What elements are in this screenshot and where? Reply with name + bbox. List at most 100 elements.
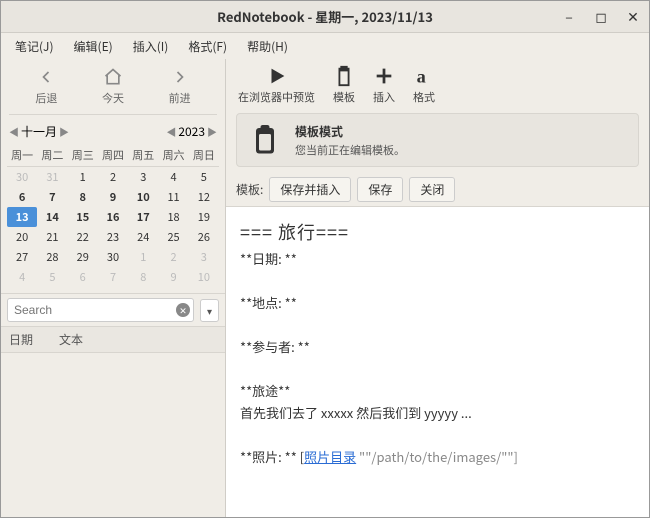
calendar-day[interactable]: 30 [98,247,128,267]
forward-button[interactable]: 前进 [169,67,191,106]
col-text[interactable]: 文本 [59,331,83,348]
clear-search-icon[interactable]: ✕ [176,303,190,317]
maximize-icon[interactable]: ◻ [593,7,609,27]
weekday-label: 周三 [68,144,98,167]
calendar-day[interactable]: 12 [189,187,219,207]
menu-notes[interactable]: 笔记(J) [7,35,62,58]
main-toolbar: 在浏览器中预览 模板 插入 a 格式 [226,59,649,107]
calendar-day[interactable]: 13 [7,207,37,227]
calendar-day[interactable]: 7 [98,267,128,287]
calendar-day[interactable]: 27 [7,247,37,267]
calendar-row: 27282930123 [7,247,219,267]
search-input[interactable] [7,298,194,322]
calendar-day[interactable]: 9 [158,267,188,287]
insert-button[interactable]: 插入 [373,65,395,105]
month-selector: ◀ 十一月 ▶ ◀ 2023 ▶ [1,119,225,144]
editor-heading: === 旅行=== [240,217,635,248]
calendar-day[interactable]: 8 [68,187,98,207]
preview-button[interactable]: 在浏览器中预览 [238,65,315,105]
chevron-left-icon [36,67,56,87]
calendar-day[interactable]: 2 [98,167,128,187]
next-month-icon[interactable]: ▶ [59,124,69,139]
main-panel: 在浏览器中预览 模板 插入 a 格式 [226,59,649,517]
editor[interactable]: === 旅行=== **日期: ** **地点: ** **参与者: ** **… [226,207,649,517]
editor-line: **日期: ** [240,248,635,270]
calendar-day[interactable]: 23 [98,227,128,247]
template-button[interactable]: 模板 [333,65,355,105]
separator [9,114,217,115]
calendar-day[interactable]: 8 [128,267,158,287]
nav-buttons: 后退 今天 前进 [1,59,225,110]
calendar-day[interactable]: 1 [68,167,98,187]
calendar-day[interactable]: 6 [68,267,98,287]
calendar-day[interactable]: 15 [68,207,98,227]
close-icon[interactable]: ✕ [625,7,641,27]
calendar-day[interactable]: 7 [37,187,67,207]
editor-line: **地点: ** [240,292,635,314]
weekday-label: 周六 [158,144,188,167]
sidebar: 后退 今天 前进 ◀ 十一月 ▶ ◀ [1,59,226,517]
window-title: RedNotebook - 星期一, 2023/11/13 [217,7,433,26]
banner-text: 模板模式 您当前正在编辑模板。 [295,123,405,158]
calendar-row: 6789101112 [7,187,219,207]
photo-dir-link[interactable]: 照片目录 [304,447,356,466]
play-icon [266,65,288,87]
calendar-day[interactable]: 30 [7,167,37,187]
save-button[interactable]: 保存 [357,177,403,202]
template-mode-banner: 模板模式 您当前正在编辑模板。 [236,113,639,167]
today-button[interactable]: 今天 [102,67,124,106]
save-insert-button[interactable]: 保存并插入 [269,177,351,202]
calendar-day[interactable]: 31 [37,167,67,187]
calendar-day[interactable]: 5 [37,267,67,287]
weekday-label: 周日 [189,144,219,167]
prev-year-icon[interactable]: ◀ [166,124,176,139]
svg-text:a: a [417,66,426,86]
close-button[interactable]: 关闭 [409,177,455,202]
prev-month-icon[interactable]: ◀ [9,124,19,139]
editor-line: **照片: ** [照片目录 ""/path/to/the/images/""] [240,446,635,468]
calendar-day[interactable]: 17 [128,207,158,227]
back-button[interactable]: 后退 [35,67,57,106]
template-actions: 模板: 保存并插入 保存 关闭 [226,173,649,207]
menu-help[interactable]: 帮助(H) [239,35,296,58]
menu-edit[interactable]: 编辑(E) [66,35,121,58]
calendar-day[interactable]: 20 [7,227,37,247]
calendar-day[interactable]: 3 [128,167,158,187]
calendar-day[interactable]: 10 [189,267,219,287]
weekday-label: 周五 [128,144,158,167]
search-dropdown[interactable]: ▾ [200,299,219,322]
calendar-day[interactable]: 19 [189,207,219,227]
calendar-day[interactable]: 6 [7,187,37,207]
calendar-day[interactable]: 24 [128,227,158,247]
calendar-day[interactable]: 4 [7,267,37,287]
next-year-icon[interactable]: ▶ [207,124,217,139]
calendar-day[interactable]: 29 [68,247,98,267]
calendar-day[interactable]: 9 [98,187,128,207]
calendar-day[interactable]: 28 [37,247,67,267]
calendar-day[interactable]: 4 [158,167,188,187]
calendar-day[interactable]: 16 [98,207,128,227]
calendar-day[interactable]: 11 [158,187,188,207]
col-date[interactable]: 日期 [9,331,59,348]
menu-insert[interactable]: 插入(I) [125,35,177,58]
clipboard-large-icon [247,122,283,158]
calendar-day[interactable]: 14 [37,207,67,227]
calendar-day[interactable]: 5 [189,167,219,187]
bold-icon: a [413,65,435,87]
calendar-row: 20212223242526 [7,227,219,247]
minimize-icon[interactable]: – [561,7,577,27]
banner-title: 模板模式 [295,123,405,140]
calendar-day[interactable]: 18 [158,207,188,227]
format-button[interactable]: a 格式 [413,65,435,105]
calendar-day[interactable]: 2 [158,247,188,267]
calendar-day[interactable]: 21 [37,227,67,247]
calendar-day[interactable]: 25 [158,227,188,247]
calendar-day[interactable]: 1 [128,247,158,267]
editor-line: 首先我们去了 xxxxx 然后我们到 yyyyy ... [240,402,635,424]
calendar-day[interactable]: 26 [189,227,219,247]
calendar-day[interactable]: 10 [128,187,158,207]
menu-format[interactable]: 格式(F) [180,35,235,58]
calendar-day[interactable]: 3 [189,247,219,267]
month-label: 十一月 [21,123,57,140]
calendar-day[interactable]: 22 [68,227,98,247]
